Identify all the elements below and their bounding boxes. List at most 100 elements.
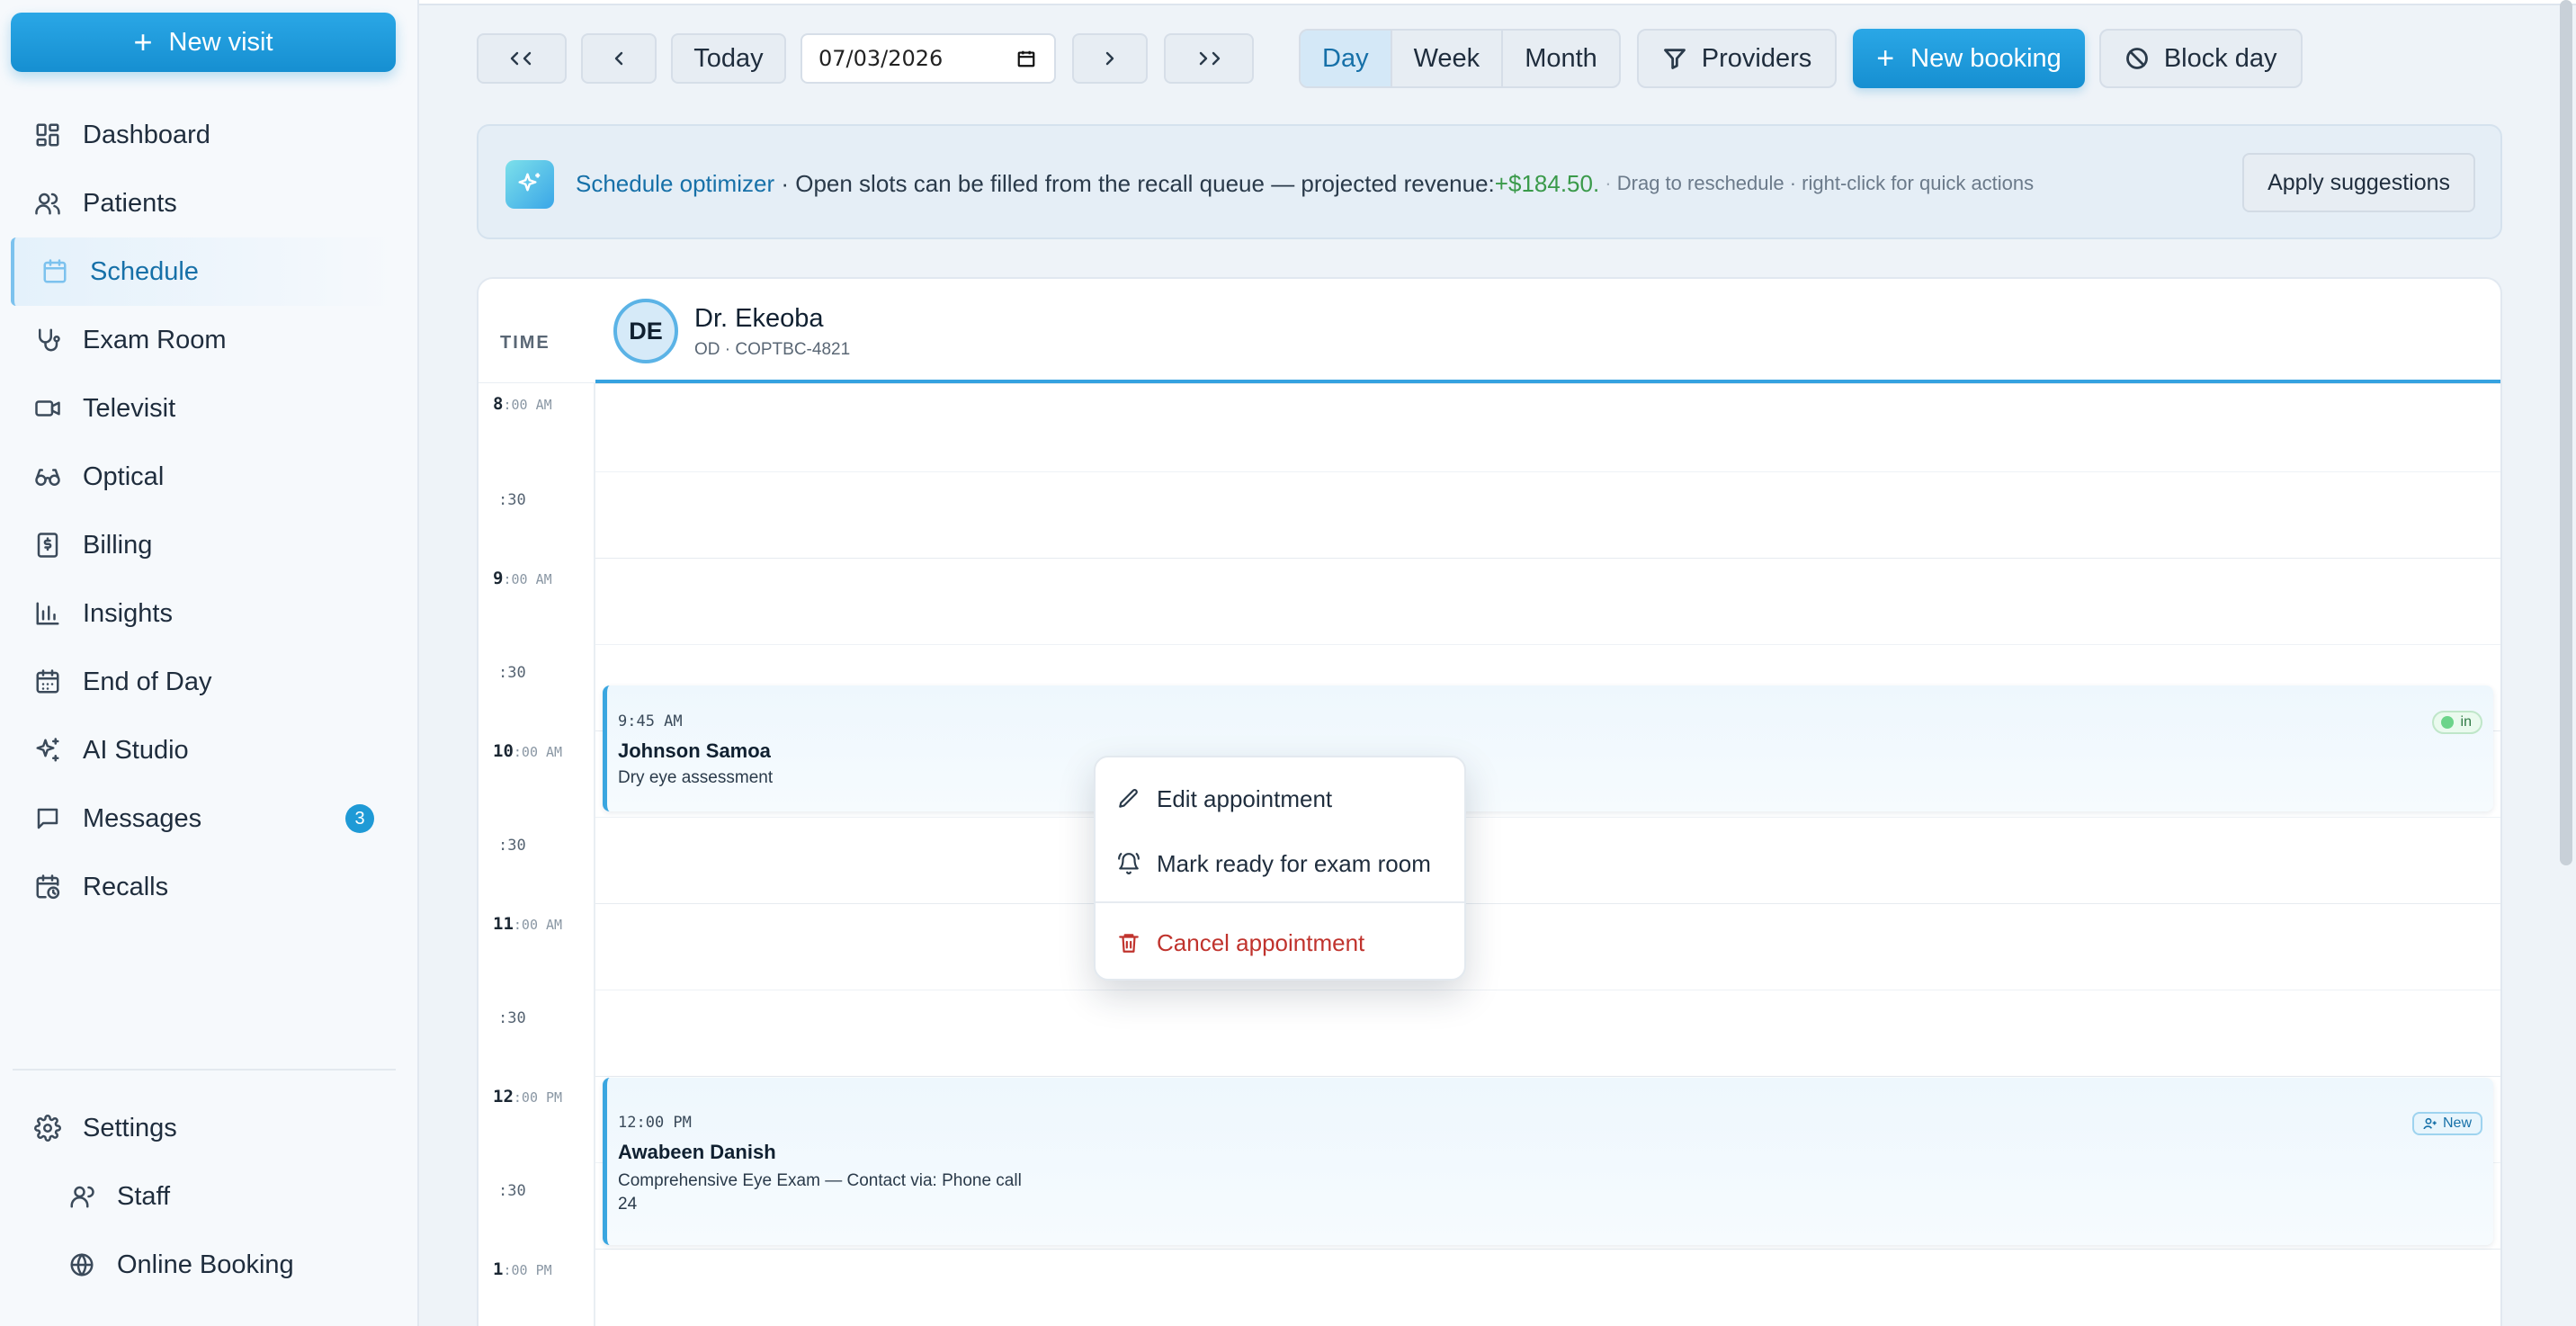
time-label-9am: 9:00 AM: [493, 569, 552, 588]
edit-appointment-label: Edit appointment: [1157, 784, 1333, 812]
today-button[interactable]: Today: [671, 33, 786, 84]
provider-column-header[interactable]: DE Dr. Ekeoba OD · COPTBC-4821: [595, 279, 2500, 383]
top-header-bar: [419, 0, 2576, 5]
avatar: DE: [613, 299, 678, 363]
status-dot-icon: [2440, 716, 2454, 729]
sparkles-icon: [505, 160, 554, 209]
status-label: in: [2460, 714, 2472, 730]
providers-label: Providers: [1701, 43, 1812, 73]
hour-line: [595, 383, 2500, 384]
prev-week-button[interactable]: [477, 33, 567, 84]
optimizer-text: Schedule optimizer · Open slots can be f…: [576, 126, 2034, 241]
pencil-icon: [1119, 789, 1138, 808]
filter-icon: [1663, 49, 1686, 69]
page-scrollbar[interactable]: [2560, 0, 2572, 865]
view-month-tab[interactable]: Month: [1503, 31, 1619, 86]
prev-day-button[interactable]: [581, 33, 657, 84]
bell-ring-icon: [1118, 853, 1140, 874]
sidebar-item-ai-studio[interactable]: AI Studio: [0, 716, 419, 784]
sidebar-item-patients[interactable]: Patients: [0, 169, 419, 237]
sidebar-item-label: Patients: [83, 188, 177, 218]
optimizer-message: Open slots can be filled from the recall…: [795, 169, 1495, 197]
optimizer-hint: Drag to reschedule · right-click for qui…: [1616, 172, 2035, 194]
optimizer-revenue: +$184.50.: [1494, 169, 1600, 197]
double-chevron-left-icon: [510, 51, 532, 66]
time-label-1pm: 1:00 PM: [493, 1259, 552, 1279]
half-hour-line[interactable]: [595, 817, 2500, 818]
time-label-930: :30: [498, 664, 526, 682]
appointment-patient-name: Johnson Samoa: [618, 739, 771, 762]
sidebar-item-messages[interactable]: Messages 3: [0, 784, 419, 853]
sidebar: + New visit Dashboard Patients Schedule …: [0, 0, 419, 1326]
sidebar-nav: Dashboard Patients Schedule Exam Room Te…: [0, 101, 419, 921]
new-badge-label: New: [2442, 1115, 2472, 1131]
calendar-picker-icon: [1017, 50, 1035, 67]
mark-ready-menu-item[interactable]: Mark ready for exam room: [1096, 837, 1464, 891]
half-hour-line[interactable]: [595, 644, 2500, 645]
appointment-card[interactable]: 9:45 AM Johnson Samoa Dry eye assessment…: [603, 685, 2493, 811]
appointment-context-menu: Edit appointment Mark ready for exam roo…: [1094, 756, 1466, 981]
date-input[interactable]: 07/03/2026: [801, 33, 1056, 84]
hour-line[interactable]: [595, 903, 2500, 904]
next-week-button[interactable]: [1164, 33, 1254, 84]
view-day-tab[interactable]: Day: [1301, 31, 1392, 86]
user-icon: [68, 1183, 95, 1210]
appointment-card[interactable]: 12:00 PM Awabeen Danish Comprehensive Ey…: [603, 1078, 2493, 1245]
time-column-header: TIME: [500, 333, 550, 353]
sidebar-item-label: Staff: [117, 1181, 171, 1211]
view-week-tab[interactable]: Week: [1392, 31, 1504, 86]
apply-suggestions-button[interactable]: Apply suggestions: [2242, 153, 2475, 212]
date-value: 07/03/2026: [818, 46, 944, 71]
dashboard-icon: [34, 121, 61, 148]
edit-appointment-menu-item[interactable]: Edit appointment: [1096, 772, 1464, 826]
hour-line[interactable]: [595, 558, 2500, 559]
status-badge: in: [2431, 711, 2482, 734]
bar-chart-icon: [34, 600, 61, 627]
sidebar-item-label: AI Studio: [83, 735, 189, 765]
sidebar-item-optical[interactable]: Optical: [0, 443, 419, 511]
sidebar-item-staff[interactable]: Staff: [0, 1162, 419, 1231]
sidebar-item-online-booking[interactable]: Online Booking: [0, 1231, 419, 1299]
block-day-button[interactable]: Block day: [2098, 29, 2303, 88]
sidebar-item-label: Recalls: [83, 872, 169, 901]
sidebar-item-label: Settings: [83, 1113, 177, 1142]
optimizer-title[interactable]: Schedule optimizer: [576, 170, 774, 198]
block-day-label: Block day: [2163, 43, 2277, 73]
new-patient-badge: New: [2411, 1112, 2482, 1135]
sidebar-item-label: Dashboard: [83, 120, 210, 149]
sidebar-item-label: Online Booking: [117, 1250, 294, 1279]
new-booking-button[interactable]: + New booking: [1853, 29, 2085, 88]
sidebar-item-label: Schedule: [90, 256, 199, 286]
sidebar-item-billing[interactable]: Billing: [0, 511, 419, 579]
sidebar-item-label: Billing: [83, 530, 153, 560]
appointment-time: 9:45 AM: [618, 712, 683, 730]
next-day-button[interactable]: [1072, 33, 1148, 84]
schedule-optimizer-banner: Schedule optimizer · Open slots can be f…: [477, 124, 2502, 239]
new-visit-button[interactable]: + New visit: [11, 13, 396, 72]
sidebar-item-schedule[interactable]: Schedule: [11, 237, 398, 306]
trash-icon: [1119, 934, 1139, 953]
mark-ready-label: Mark ready for exam room: [1157, 849, 1431, 877]
sidebar-item-end-of-day[interactable]: End of Day: [0, 648, 419, 716]
sidebar-item-insights[interactable]: Insights: [0, 579, 419, 648]
sidebar-item-label: Optical: [83, 461, 165, 491]
half-hour-line[interactable]: [595, 471, 2500, 472]
sidebar-settings-group: Settings Staff Online Booking: [0, 1094, 419, 1299]
sidebar-item-recalls[interactable]: Recalls: [0, 853, 419, 921]
new-visit-label: New visit: [168, 27, 273, 57]
sidebar-item-settings[interactable]: Settings: [0, 1094, 419, 1162]
sidebar-item-dashboard[interactable]: Dashboard: [0, 101, 419, 169]
hour-line[interactable]: [595, 1076, 2500, 1077]
plus-icon: +: [1876, 40, 1895, 76]
glasses-icon: [34, 463, 61, 490]
sidebar-item-exam-room[interactable]: Exam Room: [0, 306, 419, 374]
cancel-appointment-menu-item[interactable]: Cancel appointment: [1096, 916, 1464, 970]
provider-name: Dr. Ekeoba: [694, 304, 824, 333]
sidebar-item-televisit[interactable]: Televisit: [0, 374, 419, 443]
day-calendar: TIME DE Dr. Ekeoba OD · COPTBC-4821 8:00…: [477, 277, 2502, 1326]
time-label-10am: 10:00 AM: [493, 741, 563, 761]
calendar-clock-icon: [34, 874, 61, 900]
providers-button[interactable]: Providers: [1636, 29, 1838, 88]
time-label-1030: :30: [498, 837, 526, 855]
hour-line[interactable]: [595, 1249, 2500, 1250]
